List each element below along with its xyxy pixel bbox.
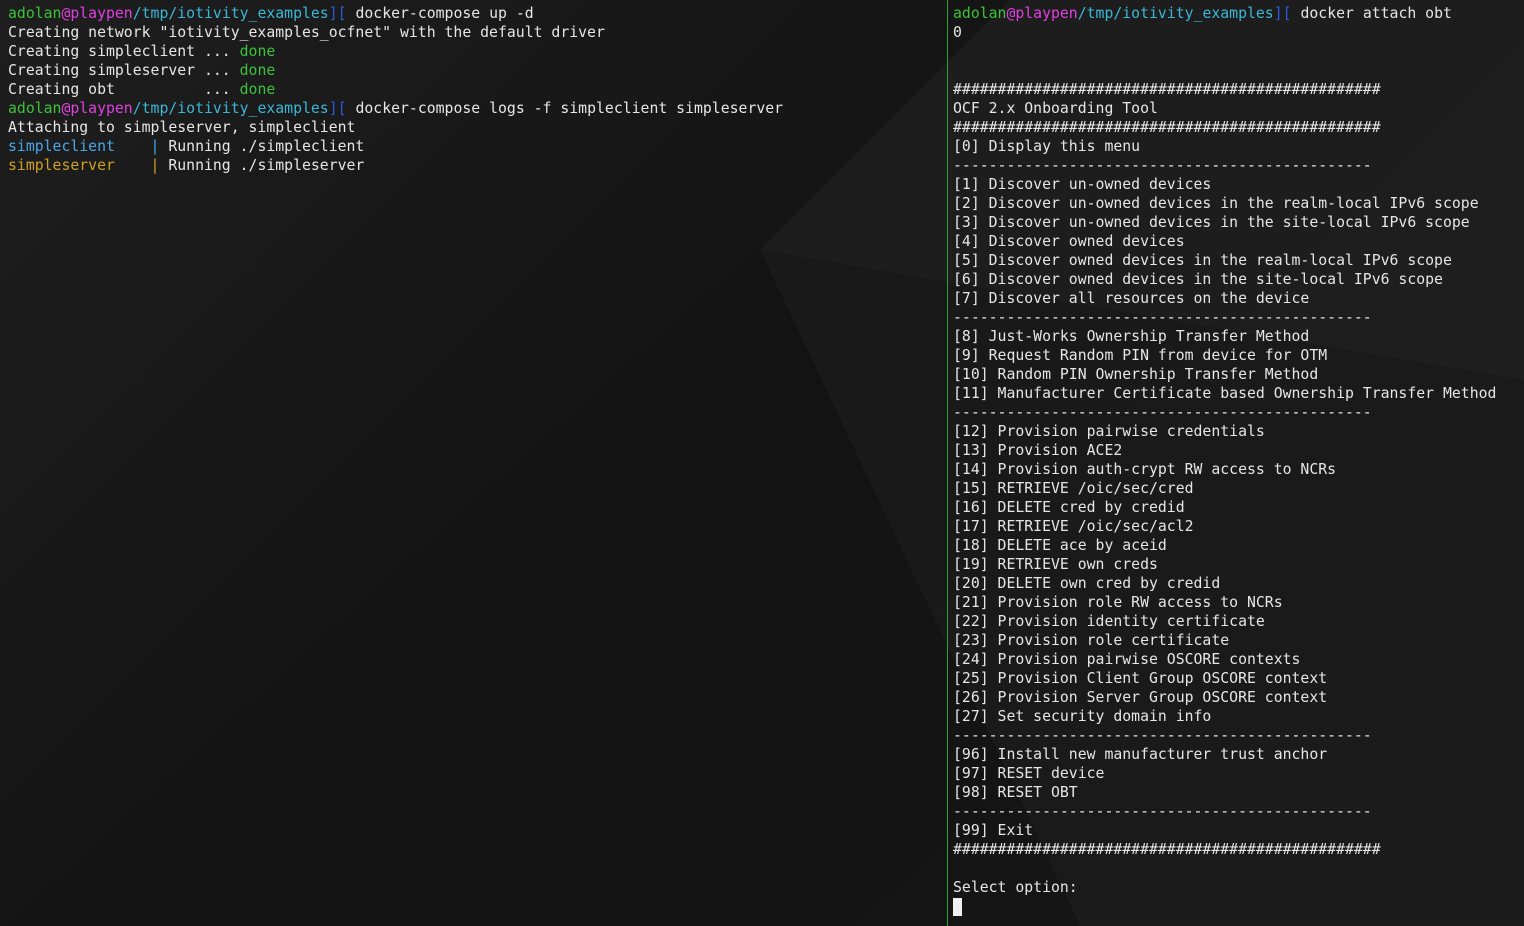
menu-item: [17] RETRIEVE /oic/sec/acl2 [953,518,1194,535]
prompt-host: @playpen [61,100,133,117]
output-line: Attaching to simpleserver, simpleclient [8,119,356,136]
log-source-simpleserver: simpleserver | [8,157,169,174]
text-cursor[interactable] [953,898,962,916]
prompt-host: @playpen [1006,5,1078,22]
menu-separator: ----------------------------------------… [953,404,1372,421]
hash-rule: ########################################… [953,81,1381,98]
menu-item: [22] Provision identity certificate [953,613,1265,630]
command-text: docker-compose logs -f simpleclient simp… [355,100,784,117]
menu-item: [12] Provision pairwise credentials [953,423,1265,440]
prompt-symbol: ][ [328,100,356,117]
menu-item: [19] RETRIEVE own creds [953,556,1158,573]
output-line: Creating simpleserver ... done [8,62,276,79]
output-line: Creating obt ... done [8,81,276,98]
menu-item: [8] Just-Works Ownership Transfer Method [953,328,1310,345]
input-line[interactable] [953,897,1524,916]
menu-item: [6] Discover owned devices in the site-l… [953,271,1443,288]
menu-item: [21] Provision role RW access to NCRs [953,594,1283,611]
menu-item: [26] Provision Server Group OSCORE conte… [953,689,1328,706]
prompt-symbol: ][ [328,5,356,22]
prompt-host: @playpen [61,5,133,22]
hash-rule: ########################################… [953,119,1381,136]
menu-item: [11] Manufacturer Certificate based Owne… [953,385,1497,402]
menu-separator: ----------------------------------------… [953,309,1372,326]
prompt-line: adolan@playpen/tmp/iotivity_examples][ d… [8,4,946,23]
menu-item: [1] Discover un-owned devices [953,176,1212,193]
prompt-path: /tmp/iotivity_examples [1077,5,1274,22]
log-line-simpleclient: simpleclient | Running ./simpleclient [8,138,365,155]
prompt-user: adolan [8,100,62,117]
menu-item: [7] Discover all resources on the device [953,290,1310,307]
terminal-output-left: adolan@playpen/tmp/iotivity_examples][ d… [0,0,946,175]
prompt-symbol: ][ [1273,5,1301,22]
output-line: Creating network "iotivity_examples_ocfn… [8,24,605,41]
menu-item: [3] Discover un-owned devices in the sit… [953,214,1470,231]
prompt-line: adolan@playpen/tmp/iotivity_examples][ d… [8,99,946,118]
menu-item: [4] Discover owned devices [953,233,1185,250]
prompt-user: adolan [8,5,62,22]
output-line: 0 [953,24,962,41]
log-source-simpleclient: simpleclient | [8,138,169,155]
status-done: done [239,81,276,98]
hash-rule: ########################################… [953,841,1381,858]
menu-separator: ----------------------------------------… [953,727,1372,744]
menu-item: [2] Discover un-owned devices in the rea… [953,195,1479,212]
menu-title: OCF 2.x Onboarding Tool [953,100,1158,117]
menu-separator: ----------------------------------------… [953,157,1372,174]
terminal-output-right: adolan@playpen/tmp/iotivity_examples][ d… [950,0,1524,916]
pane-divider[interactable] [947,0,948,926]
prompt-path: /tmp/iotivity_examples [132,5,329,22]
prompt-user: adolan [953,5,1007,22]
log-line-simpleserver: simpleserver | Running ./simpleserver [8,157,365,174]
menu-separator: ----------------------------------------… [953,803,1372,820]
output-line: Creating simpleclient ... done [8,43,276,60]
terminal-pane-left[interactable]: adolan@playpen/tmp/iotivity_examples][ d… [0,0,946,926]
menu-item: [13] Provision ACE2 [953,442,1123,459]
menu-item: [98] RESET OBT [953,784,1078,801]
menu-item: [96] Install new manufacturer trust anch… [953,746,1328,763]
terminal-pane-right[interactable]: adolan@playpen/tmp/iotivity_examples][ d… [950,0,1524,926]
prompt-line: adolan@playpen/tmp/iotivity_examples][ d… [953,4,1524,23]
menu-item: [24] Provision pairwise OSCORE contexts [953,651,1301,668]
menu-item: [15] RETRIEVE /oic/sec/cred [953,480,1194,497]
command-text: docker attach obt [1300,5,1452,22]
menu-item: [9] Request Random PIN from device for O… [953,347,1328,364]
menu-item: [18] DELETE ace by aceid [953,537,1167,554]
menu-item: [97] RESET device [953,765,1105,782]
menu-item: [10] Random PIN Ownership Transfer Metho… [953,366,1319,383]
status-done: done [239,43,276,60]
command-text: docker-compose up -d [355,5,534,22]
menu-item: [0] Display this menu [953,138,1141,155]
menu-item: [14] Provision auth-crypt RW access to N… [953,461,1337,478]
menu-item: [20] DELETE own cred by credid [953,575,1221,592]
menu-item: [16] DELETE cred by credid [953,499,1185,516]
menu-item: [5] Discover owned devices in the realm-… [953,252,1452,269]
status-done: done [239,62,276,79]
menu-item: [27] Set security domain info [953,708,1212,725]
select-option-prompt: Select option: [953,879,1078,896]
menu-item: [25] Provision Client Group OSCORE conte… [953,670,1328,687]
menu-item: [23] Provision role certificate [953,632,1230,649]
menu-item: [99] Exit [953,822,1034,839]
prompt-path: /tmp/iotivity_examples [132,100,329,117]
